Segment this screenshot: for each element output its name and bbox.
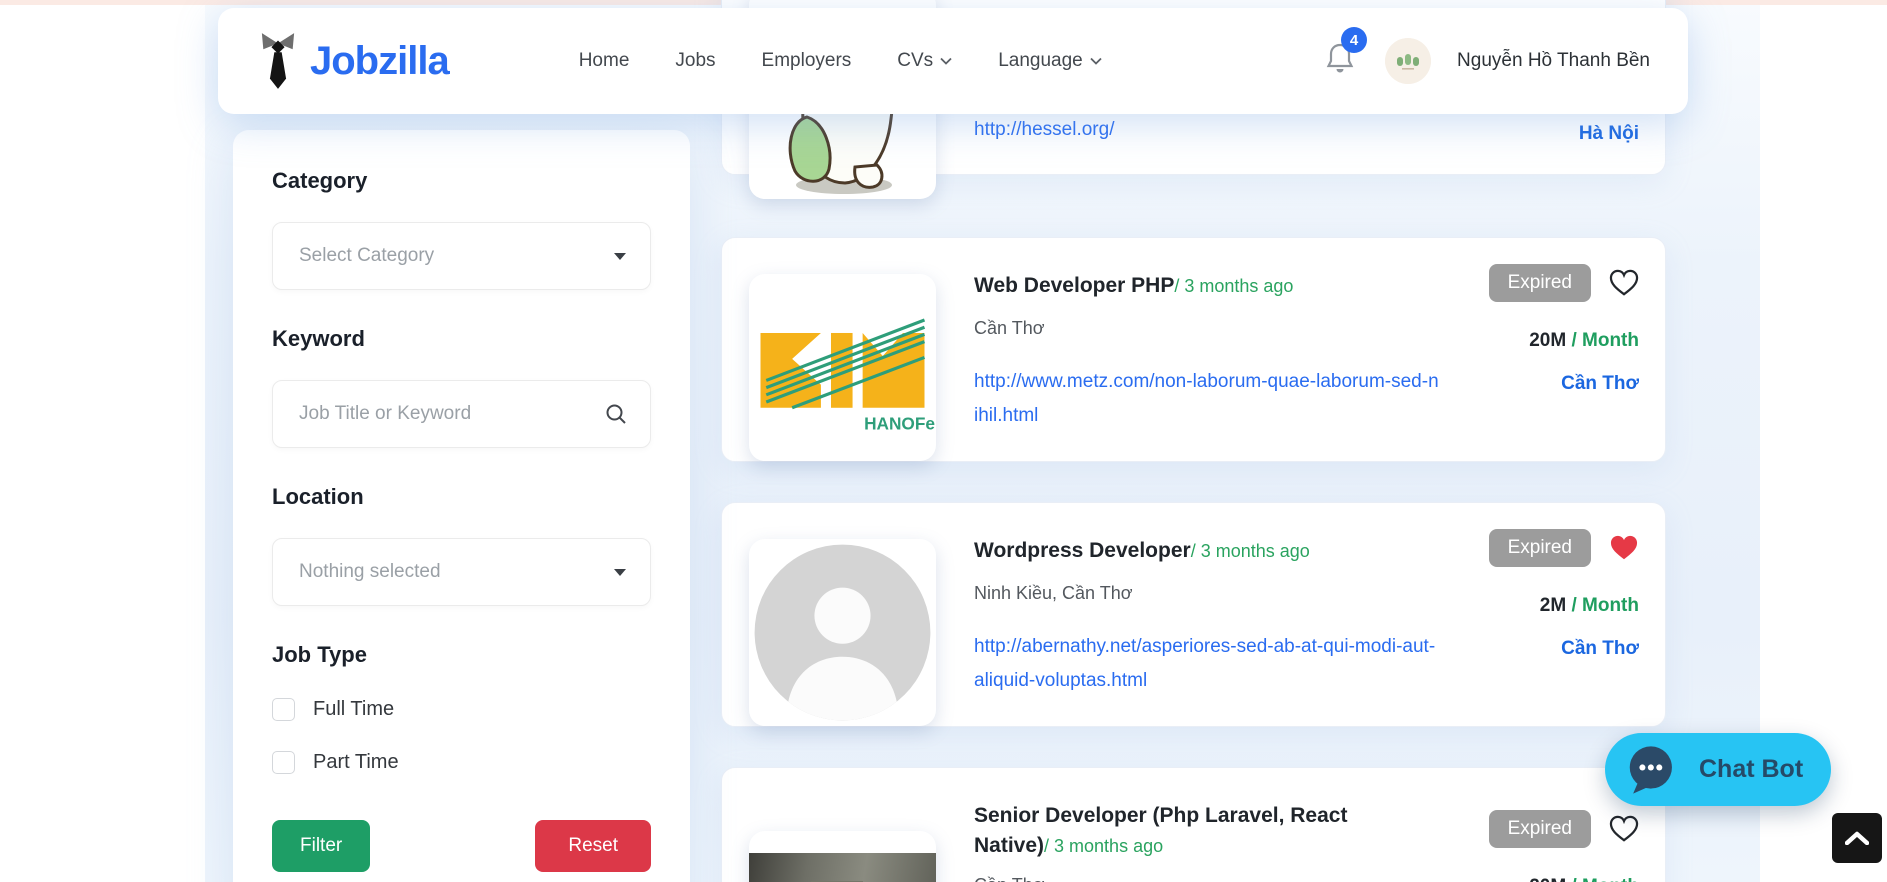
job-location-link[interactable]: Cần Thơ	[1489, 373, 1639, 395]
job-title-text: Web Developer PHP	[974, 274, 1174, 297]
full-time-label: Full Time	[313, 698, 394, 721]
job-meta: Expired 20M / Month	[1489, 810, 1639, 882]
full-time-checkbox[interactable]	[272, 698, 295, 721]
part-time-label: Part Time	[313, 751, 399, 774]
notification-badge: 4	[1341, 27, 1367, 53]
status-badge: Expired	[1489, 529, 1591, 567]
location-select[interactable]: Nothing selected	[272, 538, 651, 606]
job-url-link[interactable]: http://hessel.org/	[974, 113, 1114, 147]
job-salary: 20M / Month	[1489, 330, 1639, 352]
job-posted-time: / 3 months ago	[1044, 836, 1163, 856]
status-badge: Expired	[1489, 264, 1591, 302]
caret-down-icon	[614, 569, 626, 576]
job-location-text: Ninh Kiều, Cần Thơ	[974, 583, 1442, 604]
category-select[interactable]: Select Category	[272, 222, 651, 290]
page: http://hessel.org/ Hà Nội	[0, 0, 1887, 882]
nav-item-home[interactable]: Home	[579, 50, 630, 72]
notifications-button[interactable]: 4	[1325, 41, 1359, 81]
job-salary: 20M / Month	[1489, 876, 1639, 882]
job-salary: 2M / Month	[1489, 595, 1639, 617]
header-right: 4 Nguyễn Hồ Thanh Bền	[1325, 38, 1650, 84]
reset-button[interactable]: Reset	[535, 820, 651, 872]
avatar-placeholder-image	[749, 539, 936, 726]
nav-item-language[interactable]: Language	[998, 50, 1102, 72]
caret-down-icon	[614, 253, 626, 260]
company-logo[interactable]	[749, 539, 936, 726]
nav-item-cvs[interactable]: CVs	[897, 50, 952, 72]
chatbot-label: Chat Bot	[1699, 755, 1803, 784]
job-posted-time: / 3 months ago	[1191, 541, 1310, 561]
nav-item-employers[interactable]: Employers	[762, 50, 852, 72]
main-nav: Home Jobs Employers CVs Language	[579, 50, 1102, 72]
keyword-field-wrap	[272, 380, 651, 448]
job-title[interactable]: Web Developer PHP/ 3 months ago	[974, 271, 1442, 301]
chevron-up-icon	[1845, 831, 1869, 845]
location-selected-value: Nothing selected	[299, 561, 441, 583]
job-location-text: Cần Thơ	[974, 318, 1442, 339]
avatar-image	[1385, 38, 1431, 84]
part-time-checkbox[interactable]	[272, 751, 295, 774]
job-title[interactable]: Wordpress Developer/ 3 months ago	[974, 536, 1442, 566]
status-badge: Expired	[1489, 810, 1591, 848]
search-icon[interactable]	[604, 402, 628, 426]
job-meta: Expired 20M / Month Cần Thơ	[1489, 264, 1639, 395]
job-type-full-time[interactable]: Full Time	[272, 698, 651, 721]
svg-text:HANOFe: HANOFe	[864, 413, 935, 433]
filter-sidebar: Category Select Category Keyword Locatio…	[233, 130, 690, 882]
chatbot-button[interactable]: Chat Bot	[1605, 733, 1831, 806]
company-logo[interactable]	[749, 831, 936, 882]
favorite-heart-icon[interactable]	[1609, 815, 1639, 843]
job-title-text: Wordpress Developer	[974, 539, 1191, 562]
job-url-link[interactable]: http://www.metz.com/non-laborum-quae-lab…	[974, 365, 1442, 433]
job-location-link[interactable]: Cần Thơ	[1489, 638, 1639, 660]
job-type-part-time[interactable]: Part Time	[272, 751, 651, 774]
nav-item-label: CVs	[897, 50, 933, 72]
office-photo-image	[749, 853, 936, 882]
job-location-link[interactable]: Hà Nội	[1579, 123, 1639, 145]
avatar[interactable]	[1385, 38, 1431, 84]
chat-bubble-icon	[1623, 742, 1677, 798]
nav-item-label: Language	[998, 50, 1083, 72]
job-info: Senior Developer (Php Laravel, React Nat…	[974, 801, 1419, 882]
favorite-heart-icon[interactable]	[1609, 534, 1639, 562]
tie-logo-icon	[256, 30, 300, 92]
job-info: Wordpress Developer/ 3 months ago Ninh K…	[974, 536, 1442, 698]
header: Jobzilla Home Jobs Employers CVs Languag…	[218, 8, 1688, 114]
keyword-input[interactable]	[299, 381, 624, 447]
job-list: http://hessel.org/ Hà Nội	[721, 0, 1666, 882]
job-title[interactable]: Senior Developer (Php Laravel, React Nat…	[974, 801, 1419, 861]
category-label: Category	[272, 168, 651, 194]
job-card: Senior Developer (Php Laravel, React Nat…	[721, 767, 1666, 882]
brand-logo[interactable]: Jobzilla	[256, 30, 449, 92]
nav-item-jobs[interactable]: Jobs	[675, 50, 715, 72]
filter-button[interactable]: Filter	[272, 820, 370, 872]
job-card: Wordpress Developer/ 3 months ago Ninh K…	[721, 502, 1666, 727]
chevron-down-icon	[940, 57, 952, 65]
job-posted-time: / 3 months ago	[1174, 276, 1293, 296]
brand-name: Jobzilla	[310, 39, 449, 84]
job-info: Web Developer PHP/ 3 months ago Cần Thơ …	[974, 271, 1442, 433]
job-card: HANOFe Web Developer PHP/ 3 months ago C…	[721, 237, 1666, 462]
favorite-heart-icon[interactable]	[1609, 269, 1639, 297]
category-selected-value: Select Category	[299, 245, 434, 267]
company-logo[interactable]: HANOFe	[749, 274, 936, 461]
job-meta: Expired 2M / Month Cần Thơ	[1489, 529, 1639, 660]
job-type-label: Job Type	[272, 642, 651, 668]
location-label: Location	[272, 484, 651, 510]
user-name[interactable]: Nguyễn Hồ Thanh Bền	[1457, 50, 1650, 72]
hanofe-logo-image: HANOFe	[749, 274, 936, 461]
keyword-label: Keyword	[272, 326, 651, 352]
job-location-text: Cần Thơ	[974, 875, 1419, 882]
filter-actions: Filter Reset	[272, 820, 651, 872]
job-url-link[interactable]: http://abernathy.net/asperiores-sed-ab-a…	[974, 630, 1442, 698]
scroll-to-top-button[interactable]	[1832, 813, 1882, 863]
chevron-down-icon	[1090, 57, 1102, 65]
